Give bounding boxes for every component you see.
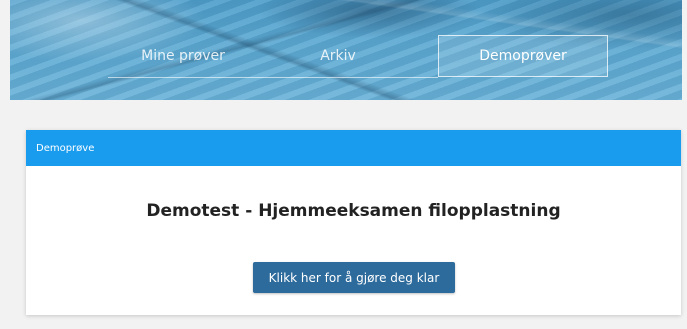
card-header: Demoprøve [26,130,681,166]
tab-demoprover[interactable]: Demoprøver [438,35,608,77]
card-header-label: Demoprøve [36,142,95,154]
get-ready-button[interactable]: Klikk her for å gjøre deg klar [253,262,455,293]
tab-underline [108,77,438,78]
exam-card: Demoprøve Demotest - Hjemmeeksamen filop… [26,130,681,315]
tab-label: Demoprøver [479,48,567,64]
tab-mine-prover[interactable]: Mine prøver [108,35,258,77]
exam-title: Demotest - Hjemmeeksamen filopplastning [146,201,561,221]
tab-arkiv[interactable]: Arkiv [283,35,393,77]
tab-bar: Mine prøver Arkiv Demoprøver [108,35,608,79]
tab-label: Arkiv [320,48,356,64]
tab-label: Mine prøver [141,48,225,64]
